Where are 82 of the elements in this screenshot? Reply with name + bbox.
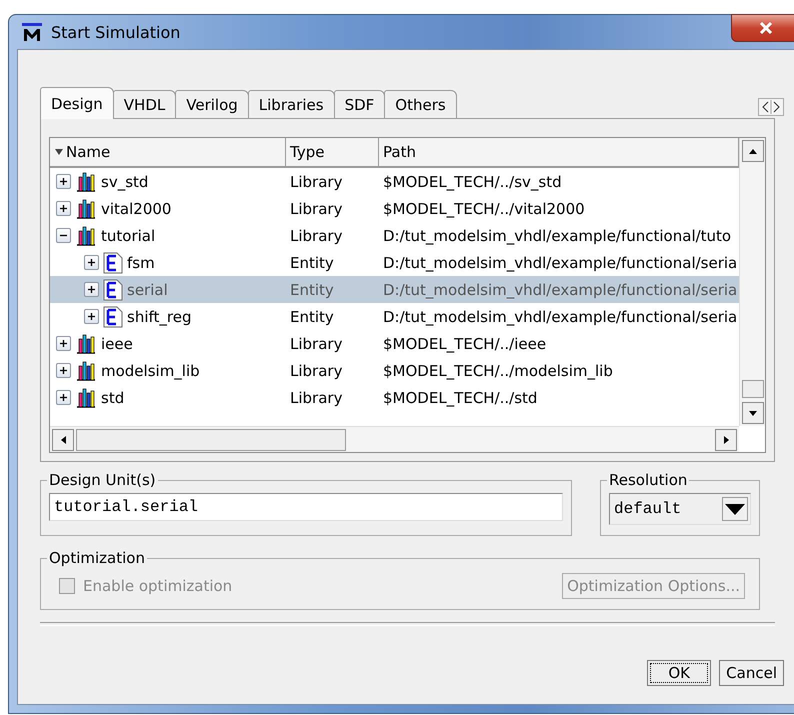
tree-row[interactable]: sv_std Library $MODEL_TECH/../sv_std [50,168,739,195]
close-icon[interactable] [758,21,774,35]
scroll-thumb[interactable] [76,428,346,450]
item-type: Library [289,200,344,218]
dialog-button[interactable]: Cancel [719,660,784,686]
design-unit-field[interactable]: tutorial.serial [49,493,563,521]
library-icon [75,224,97,246]
item-type: Library [289,334,344,352]
close-button[interactable] [731,14,794,42]
scroll-thumb[interactable] [742,380,764,398]
collapse-icon[interactable] [56,228,71,243]
item-path: $MODEL_TECH/../vital2000 [382,200,586,218]
column-title: Name [66,143,110,161]
expand-icon[interactable] [56,201,71,216]
item-type: Entity [289,254,335,272]
item-type: Library [289,388,344,406]
item-name: std [101,388,124,406]
item-name: serial [127,280,168,298]
library-icon [75,332,97,354]
document-icon [103,306,123,328]
scroll-right-icon[interactable] [715,428,737,450]
item-name: vital2000 [101,200,172,218]
tree-row[interactable]: serial Entity D:/tut_modelsim_vhdl/example/functional/seria [50,276,739,303]
library-icon [75,386,97,408]
tree-row[interactable]: fsm Entity D:/tut_modelsim_vhdl/example/functional/seria [50,249,739,276]
item-name: fsm [127,254,155,272]
expand-icon[interactable] [84,309,99,324]
library-icon [75,170,97,192]
expand-icon[interactable] [56,363,71,378]
column-header[interactable]: Name [50,138,286,166]
item-path: $MODEL_TECH/../ieee [382,334,548,352]
tree-row[interactable]: shift_reg Entity D:/tut_modelsim_vhdl/example/functional/seria [50,303,739,330]
expand-icon[interactable] [56,336,71,351]
vertical-scrollbar[interactable] [739,138,765,426]
column-header[interactable]: Type [286,138,379,166]
item-path: $MODEL_TECH/../modelsim_lib [382,362,614,380]
item-name: tutorial [101,226,156,244]
item-path: $MODEL_TECH/../sv_std [382,172,563,190]
window-title: Start Simulation [51,22,180,42]
app-logo-icon [21,22,43,42]
tab-scroll-icon[interactable] [758,98,784,116]
document-icon [103,278,123,300]
item-type: Library [289,226,344,244]
tree-row[interactable]: std Library $MODEL_TECH/../std [50,384,739,411]
expand-icon[interactable] [84,282,99,297]
horizontal-scrollbar[interactable] [50,426,739,452]
tab[interactable]: Design [40,87,114,119]
dropdown-icon[interactable] [722,497,748,521]
item-type: Entity [289,280,335,298]
resolution-dropdown[interactable]: default [609,493,751,525]
item-name: ieee [101,334,133,352]
expand-icon[interactable] [56,390,71,405]
scroll-up-icon[interactable] [742,140,764,162]
item-path: D:/tut_modelsim_vhdl/example/functional/seria [382,254,738,272]
tree-row[interactable]: modelsim_lib Library $MODEL_TECH/../modelsim_lib [50,357,739,384]
library-icon [75,360,97,382]
item-name: modelsim_lib [101,362,200,380]
item-name: sv_std [101,172,148,190]
item-path: D:/tut_modelsim_vhdl/example/functional/seria [382,308,738,326]
document-icon [103,252,123,274]
dialog-button[interactable]: OK [647,660,712,686]
sort-icon[interactable] [54,147,64,157]
group-label: Design Unit(s) [47,471,158,489]
item-type: Library [289,172,344,190]
column-title: Type [290,143,324,161]
tree-row[interactable]: tutorial Library D:/tut_modelsim_vhdl/example/functional/tuto [50,222,739,249]
tree-row[interactable]: vital2000 Library $MODEL_TECH/../vital2000 [50,195,739,222]
item-name: shift_reg [127,308,192,326]
group-label: Optimization [47,549,147,567]
item-type: Entity [289,308,335,326]
column-title: Path [383,143,416,161]
item-path: D:/tut_modelsim_vhdl/example/functional/seria [382,280,738,298]
expand-icon[interactable] [84,255,99,270]
item-type: Library [289,362,344,380]
scroll-left-icon[interactable] [52,428,74,450]
item-path: D:/tut_modelsim_vhdl/example/functional/tuto [382,226,732,244]
expand-icon[interactable] [56,174,71,189]
tree-row[interactable]: ieee Library $MODEL_TECH/../ieee [50,330,739,357]
library-icon [75,198,97,220]
tab[interactable]: Others [384,90,457,118]
scroll-down-icon[interactable] [742,402,764,424]
item-path: $MODEL_TECH/../std [382,388,538,406]
